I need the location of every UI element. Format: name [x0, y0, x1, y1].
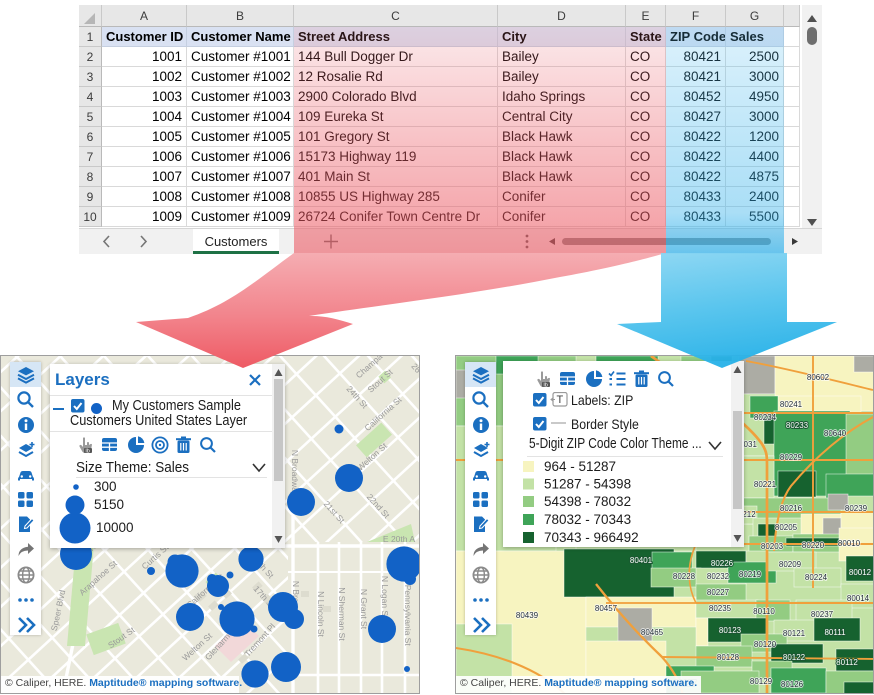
svg-text:51287 - 54398: 51287 - 54398 — [544, 477, 631, 492]
svg-text:300: 300 — [94, 479, 117, 494]
svg-text:80121: 80121 — [783, 629, 806, 638]
svg-text:80234: 80234 — [754, 413, 777, 422]
svg-text:80439: 80439 — [516, 611, 539, 620]
svg-text:80123: 80123 — [719, 626, 742, 635]
svg-text:80401: 80401 — [630, 556, 653, 565]
svg-text:T: T — [557, 394, 564, 406]
svg-text:80221: 80221 — [754, 480, 777, 489]
svg-text:80640: 80640 — [824, 429, 847, 438]
svg-text:N Lincoln St: N Lincoln St — [316, 591, 326, 637]
svg-text:80228: 80228 — [673, 572, 696, 581]
svg-text:80203: 80203 — [761, 542, 784, 551]
svg-text:80129: 80129 — [750, 677, 773, 686]
svg-text:10000: 10000 — [96, 520, 134, 535]
svg-text:Customers: Customers — [205, 234, 268, 249]
svg-text:80224: 80224 — [805, 573, 828, 582]
svg-text:5150: 5150 — [94, 497, 124, 512]
svg-text:80237: 80237 — [811, 610, 834, 619]
svg-text:80229: 80229 — [780, 453, 803, 462]
svg-text:70343 - 966492: 70343 - 966492 — [544, 530, 639, 545]
svg-text:N Sherman St: N Sherman St — [337, 587, 347, 641]
svg-text:54398 - 78032: 54398 - 78032 — [544, 494, 631, 509]
svg-text:E 20th A: E 20th A — [383, 534, 415, 544]
svg-text:80602: 80602 — [807, 373, 830, 382]
svg-text:80205: 80205 — [775, 523, 798, 532]
svg-text:80110: 80110 — [753, 607, 775, 616]
svg-text:80227: 80227 — [707, 588, 730, 597]
svg-text:N Grant St: N Grant St — [359, 589, 369, 630]
svg-text:212: 212 — [742, 510, 756, 519]
svg-text:80220: 80220 — [802, 541, 825, 550]
svg-text:80128: 80128 — [717, 653, 740, 662]
svg-text:80014: 80014 — [847, 594, 870, 603]
svg-text:80216: 80216 — [780, 504, 803, 513]
svg-text:80239: 80239 — [845, 504, 868, 513]
svg-text:80122: 80122 — [783, 653, 806, 662]
svg-text:80235: 80235 — [709, 604, 732, 613]
svg-text:80232: 80232 — [707, 572, 730, 581]
svg-text:80112: 80112 — [836, 658, 858, 667]
svg-text:80111: 80111 — [824, 628, 846, 637]
svg-text:80219: 80219 — [739, 570, 762, 579]
svg-text:lb: lb — [86, 448, 90, 454]
svg-text:80465: 80465 — [641, 628, 664, 637]
svg-text:80226: 80226 — [711, 559, 734, 568]
svg-text:80209: 80209 — [779, 560, 802, 569]
svg-text:78032 - 70343: 78032 - 70343 — [544, 512, 631, 527]
svg-text:80010: 80010 — [838, 539, 861, 548]
svg-text:N Pennsylvania St: N Pennsylvania St — [403, 576, 413, 646]
svg-text:80120: 80120 — [754, 640, 777, 649]
svg-text:80241: 80241 — [780, 400, 803, 409]
svg-text:N Logan S: N Logan S — [380, 576, 390, 616]
svg-text:80012: 80012 — [849, 568, 872, 577]
svg-text:80457: 80457 — [595, 604, 618, 613]
svg-text:80126: 80126 — [781, 680, 804, 689]
svg-text:80233: 80233 — [786, 421, 809, 430]
svg-text:964 - 51287: 964 - 51287 — [544, 459, 616, 474]
svg-text:lb: lb — [544, 382, 548, 388]
